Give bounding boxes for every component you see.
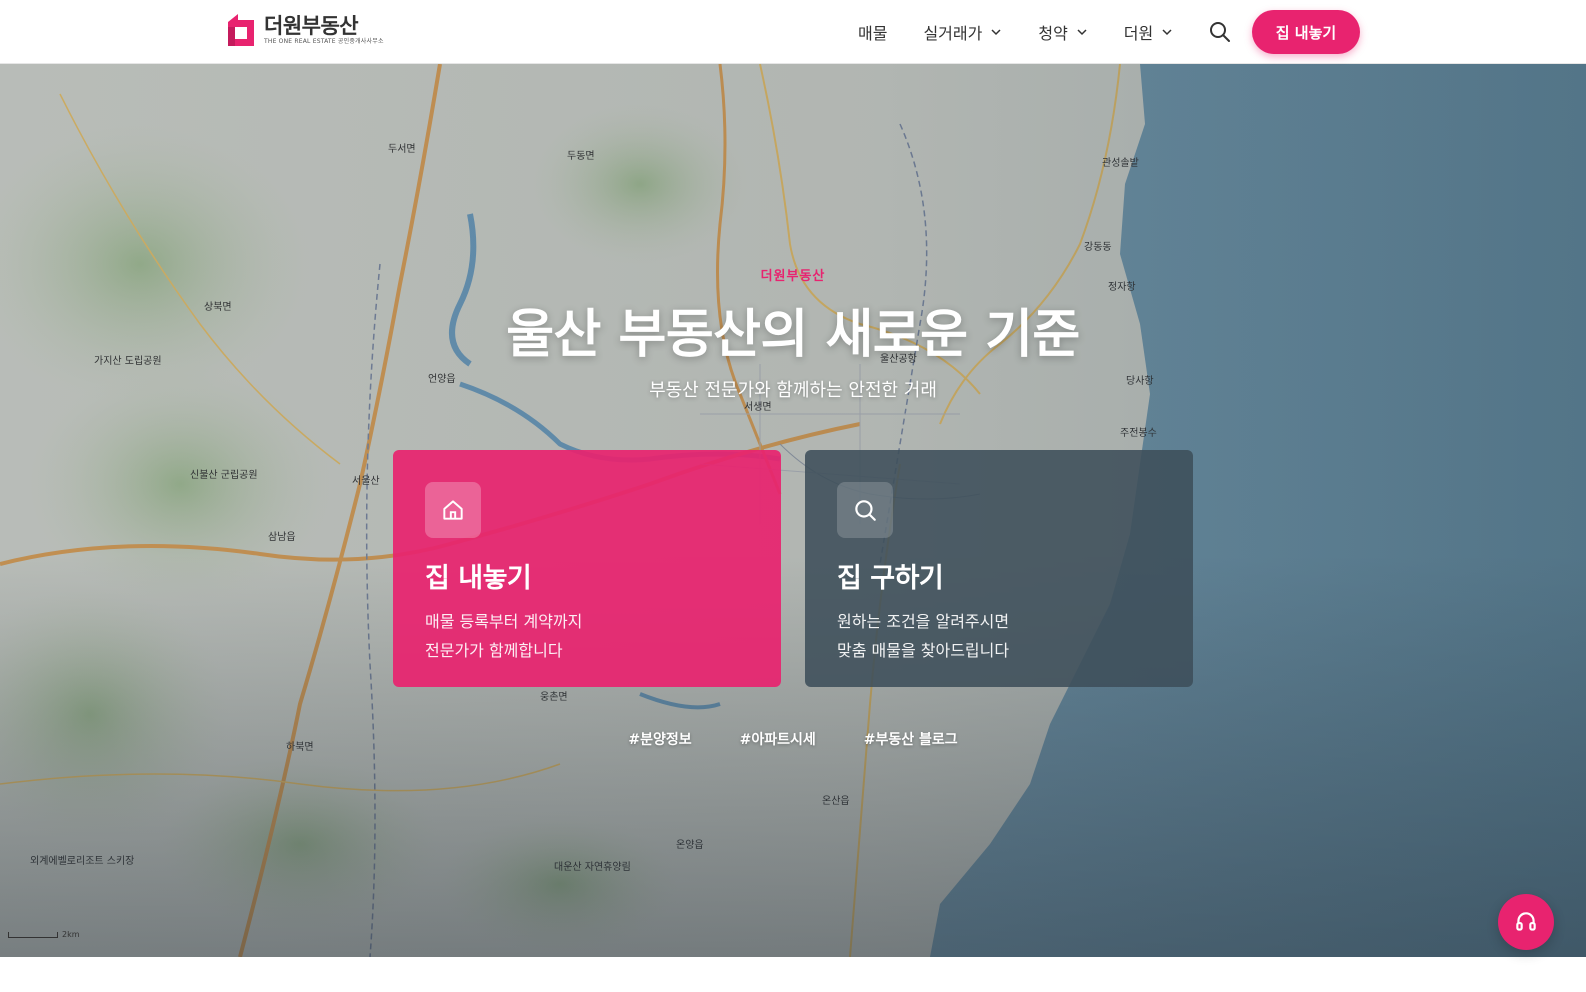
sell-home-card[interactable]: 집 내놓기 매물 등록부터 계약까지 전문가가 함께합니다 bbox=[393, 450, 781, 687]
hero-subline: 부동산 전문가와 함께하는 안전한 거래 bbox=[649, 380, 937, 401]
hashtag-links: #분양정보 #아파트시세 #부동산 블로그 bbox=[0, 729, 1586, 749]
map-scale-bar bbox=[8, 932, 58, 938]
card-description: 원하는 조건을 알려주시면 맞춤 매물을 찾아드립니다 bbox=[837, 607, 1161, 665]
hero-headline: 울산 부동산의 새로운 기준 bbox=[506, 305, 1080, 365]
map-scale-label: 2km bbox=[62, 930, 80, 939]
brand-subtitle: THE ONE REAL ESTATE 공인중개사사무소 bbox=[264, 38, 384, 45]
nav-item-label: 매물 bbox=[858, 24, 888, 43]
nav-item-theone[interactable]: 더원 bbox=[1124, 20, 1173, 44]
brand-name: 더원부동산 bbox=[264, 14, 359, 38]
hero-section: 두서면두동면상북면언양읍삼남읍웅촌면하북면온산읍온양읍서울산신불산 군립공원가지… bbox=[0, 64, 1586, 957]
main-nav: 매물 실거래가 청약 더원 bbox=[858, 0, 1209, 64]
nav-item-label: 실거래가 bbox=[923, 24, 983, 43]
chevron-down-icon bbox=[1162, 29, 1172, 36]
hero-eyebrow: 더원부동산 bbox=[760, 269, 826, 284]
card-desc-line: 맞춤 매물을 찾아드립니다 bbox=[837, 641, 1010, 660]
chevron-down-icon bbox=[1077, 29, 1087, 36]
card-desc-line: 매물 등록부터 계약까지 bbox=[425, 612, 583, 631]
nav-item-label: 더원 bbox=[1123, 24, 1154, 43]
card-desc-line: 전문가가 함께합니다 bbox=[425, 641, 563, 660]
nav-item-label: 청약 bbox=[1038, 24, 1068, 43]
consult-button[interactable] bbox=[1498, 894, 1554, 950]
card-desc-line: 원하는 조건을 알려주시면 bbox=[837, 612, 1010, 631]
headset-icon bbox=[1516, 912, 1536, 931]
brand-logo[interactable]: 더원부동산 THE ONE REAL ESTATE 공인중개사사무소 bbox=[224, 10, 384, 50]
nav-item-subscription[interactable]: 청약 bbox=[1038, 20, 1087, 44]
search-icon bbox=[837, 482, 893, 538]
tag-realestate-blog[interactable]: #부동산 블로그 bbox=[864, 729, 958, 749]
tag-apartment-price[interactable]: #아파트시세 bbox=[740, 729, 816, 749]
list-property-button[interactable]: 집 내놓기 bbox=[1252, 10, 1360, 54]
hero-overlay bbox=[0, 64, 1586, 957]
nav-item-real-price[interactable]: 실거래가 bbox=[923, 20, 1002, 44]
card-title: 집 구하기 bbox=[837, 563, 944, 594]
search-icon[interactable] bbox=[1208, 20, 1232, 44]
card-title: 집 내놓기 bbox=[425, 563, 532, 594]
card-description: 매물 등록부터 계약까지 전문가가 함께합니다 bbox=[425, 607, 749, 665]
tag-presale-info[interactable]: #분양정보 bbox=[628, 729, 691, 749]
top-header: 더원부동산 THE ONE REAL ESTATE 공인중개사사무소 매물 실거… bbox=[0, 0, 1586, 64]
logo-mark-icon bbox=[228, 14, 254, 46]
chevron-down-icon bbox=[991, 29, 1001, 36]
nav-item-listings[interactable]: 매물 bbox=[858, 20, 887, 44]
find-home-card[interactable]: 집 구하기 원하는 조건을 알려주시면 맞춤 매물을 찾아드립니다 bbox=[805, 450, 1193, 687]
home-icon bbox=[425, 482, 481, 538]
